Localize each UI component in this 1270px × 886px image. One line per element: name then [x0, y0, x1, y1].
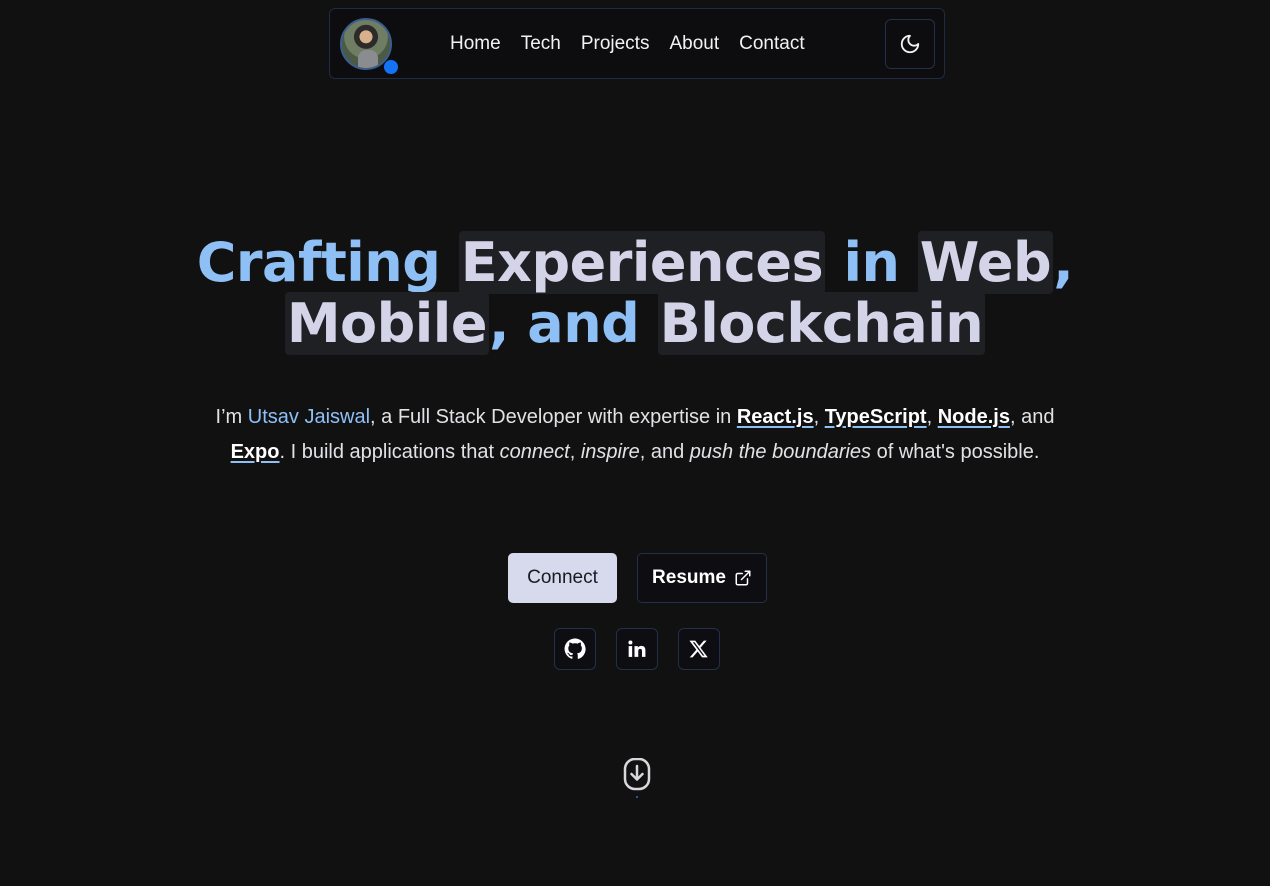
- tech-link-expo[interactable]: Expo: [231, 441, 280, 463]
- scroll-down-mouse-icon[interactable]: [623, 758, 651, 800]
- intro-emphasis: push the boundaries: [689, 441, 872, 463]
- intro-text: . I build applications that: [279, 441, 500, 463]
- headline-comma: ,: [488, 292, 510, 355]
- resume-button[interactable]: Resume: [637, 553, 767, 603]
- headline-highlight: Mobile: [284, 292, 489, 355]
- moon-icon: [900, 34, 920, 54]
- nav-link-tech[interactable]: Tech: [521, 33, 561, 55]
- linkedin-link[interactable]: [616, 628, 658, 670]
- headline-highlight: Web: [917, 231, 1054, 294]
- x-link[interactable]: [678, 628, 720, 670]
- x-icon: [689, 640, 708, 658]
- connect-button[interactable]: Connect: [508, 553, 617, 603]
- tech-link-react[interactable]: React.js: [737, 406, 814, 428]
- linkedin-icon: [628, 640, 646, 657]
- github-icon: [564, 638, 586, 659]
- intro-text: , a Full Stack Developer with expertise …: [370, 406, 737, 428]
- author-name: Utsav Jaiswal: [247, 406, 371, 428]
- theme-toggle-button[interactable]: [885, 19, 935, 69]
- nav-link-about[interactable]: About: [669, 33, 719, 55]
- external-link-icon: [735, 570, 751, 586]
- intro-text: I’m: [215, 406, 248, 428]
- hero-headline: Crafting Experiences in Web, Mobile, and…: [0, 231, 1270, 355]
- headline-word: and: [527, 292, 640, 355]
- avatar[interactable]: [340, 18, 398, 74]
- headline-highlight: Experiences: [458, 231, 826, 294]
- headline-word: in: [843, 231, 900, 294]
- intro-emphasis: inspire: [580, 441, 640, 463]
- resume-button-label: Resume: [652, 567, 726, 588]
- headline-comma: ,: [1053, 231, 1074, 294]
- nav-links: Home Tech Projects About Contact: [450, 9, 805, 78]
- hero-intro: I’m Utsav Jaiswal, a Full Stack Develope…: [205, 400, 1065, 470]
- nav-link-projects[interactable]: Projects: [581, 33, 650, 55]
- online-status-dot: [384, 60, 398, 74]
- intro-text: , and: [1009, 406, 1055, 428]
- headline-highlight: Blockchain: [657, 292, 986, 355]
- intro-text: ,: [926, 406, 938, 428]
- nav-link-contact[interactable]: Contact: [739, 33, 804, 55]
- intro-text: , and: [639, 441, 690, 463]
- intro-text: ,: [813, 406, 825, 428]
- intro-emphasis: connect: [499, 441, 570, 463]
- tech-link-node[interactable]: Node.js: [938, 406, 1010, 428]
- intro-text: ,: [569, 441, 581, 463]
- navbar: Home Tech Projects About Contact: [329, 8, 945, 79]
- github-link[interactable]: [554, 628, 596, 670]
- nav-link-home[interactable]: Home: [450, 33, 501, 55]
- tech-link-typescript[interactable]: TypeScript: [825, 406, 927, 428]
- intro-text: of what's possible.: [871, 441, 1040, 463]
- headline-word: Crafting: [196, 231, 441, 294]
